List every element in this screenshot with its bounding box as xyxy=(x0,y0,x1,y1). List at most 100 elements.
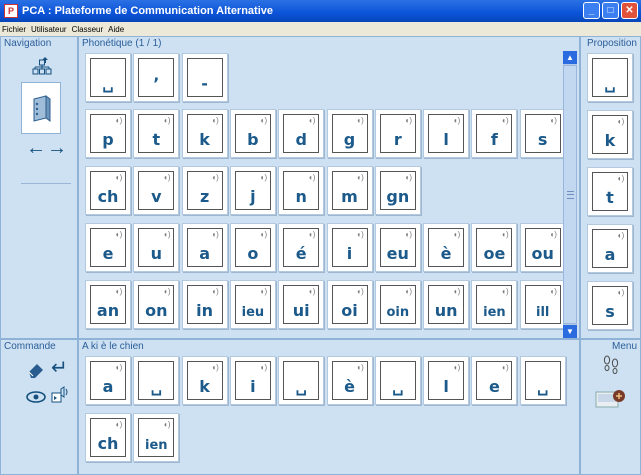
card-frame: i ◖) xyxy=(331,228,368,267)
letter-card[interactable]: oin ◖) xyxy=(374,280,421,329)
letter-card[interactable]: o ◖) xyxy=(229,223,276,272)
letter-card[interactable]: ien ◖) xyxy=(471,280,518,329)
menu-classeur[interactable]: Classeur xyxy=(72,25,104,34)
settings-icon[interactable] xyxy=(595,386,627,410)
letter-card[interactable]: v ◖) xyxy=(133,166,180,215)
letter-card[interactable]: é ◖) xyxy=(278,223,325,272)
letter-card[interactable]: s ◖) xyxy=(587,281,633,330)
letter-card[interactable]: un ◖) xyxy=(423,280,470,329)
letter-card[interactable]: e ◖) xyxy=(471,356,518,405)
sentence-panel: A ki è le chien a ◖) ␣ k ◖) i ◖) ␣ è ◖) ␣ l ◖) e ◖) ␣ ch… xyxy=(78,339,580,475)
letter-card[interactable]: d ◖) xyxy=(278,109,325,158)
letter-card[interactable]: - xyxy=(181,53,228,102)
hierarchy-up-icon[interactable] xyxy=(31,55,53,77)
letter-card[interactable]: ch ◖) xyxy=(85,166,131,215)
letter-card[interactable]: t ◖) xyxy=(133,109,180,158)
card-label: on xyxy=(145,301,168,320)
letter-card[interactable]: eu ◖) xyxy=(374,223,421,272)
letter-card[interactable]: ␣ xyxy=(587,53,633,102)
letter-card[interactable]: a ◖) xyxy=(181,223,228,272)
letter-card[interactable]: ou ◖) xyxy=(519,223,566,272)
letter-card[interactable]: ill ◖) xyxy=(519,280,566,329)
speak-icon[interactable] xyxy=(49,384,71,411)
speaker-icon: ◖) xyxy=(211,363,219,372)
letter-card[interactable]: an ◖) xyxy=(85,280,131,329)
minimize-icon[interactable]: _ xyxy=(583,2,600,19)
letter-card[interactable]: ␣ xyxy=(133,356,180,405)
letter-card[interactable]: s ◖) xyxy=(519,109,566,158)
letter-card[interactable]: r ◖) xyxy=(374,109,421,158)
binder-button[interactable] xyxy=(21,82,61,134)
speaker-icon: ◖) xyxy=(211,173,219,182)
card-label: l xyxy=(443,377,449,396)
letter-card[interactable]: ch ◖) xyxy=(85,413,131,462)
speaker-icon: ◖) xyxy=(356,173,364,182)
letter-card[interactable]: ’ xyxy=(133,53,180,102)
letter-card[interactable]: f ◖) xyxy=(471,109,518,158)
card-label: i xyxy=(346,244,353,263)
letter-card[interactable]: t ◖) xyxy=(587,167,633,216)
letter-card[interactable]: è ◖) xyxy=(326,356,373,405)
scroll-thumb[interactable] xyxy=(563,65,577,324)
maximize-icon[interactable]: □ xyxy=(602,2,619,19)
letter-card[interactable]: ␣ xyxy=(374,356,421,405)
card-label: é xyxy=(295,244,307,263)
speaker-icon: ◖) xyxy=(259,173,268,182)
card-label: i xyxy=(250,377,256,396)
footprints-icon[interactable] xyxy=(601,354,621,376)
letter-card[interactable]: m ◖) xyxy=(326,166,373,215)
speaker-icon: ◖) xyxy=(404,116,413,125)
eye-icon[interactable] xyxy=(25,390,47,409)
card-label: d xyxy=(295,130,307,149)
letter-card[interactable]: i ◖) xyxy=(229,356,276,405)
letter-card[interactable]: b ◖) xyxy=(229,109,276,158)
letter-card[interactable]: a ◖) xyxy=(85,356,131,405)
letter-card[interactable]: ui ◖) xyxy=(278,280,325,329)
letter-card[interactable]: ␣ xyxy=(85,53,131,102)
letter-card[interactable]: j ◖) xyxy=(229,166,276,215)
scroll-up-icon[interactable]: ▲ xyxy=(563,51,577,64)
menu-aide[interactable]: Aide xyxy=(108,25,124,34)
card-label: ou xyxy=(531,244,554,263)
arrow-left-icon[interactable]: ← xyxy=(26,138,46,158)
letter-card[interactable]: i ◖) xyxy=(326,223,373,272)
letter-card[interactable]: ␣ xyxy=(519,356,566,405)
letter-card[interactable]: ieu ◖) xyxy=(229,280,276,329)
letter-card[interactable]: on ◖) xyxy=(133,280,180,329)
letter-card[interactable]: e ◖) xyxy=(85,223,131,272)
letter-card[interactable]: è ◖) xyxy=(423,223,470,272)
letter-card[interactable]: in ◖) xyxy=(181,280,228,329)
letter-card[interactable]: n ◖) xyxy=(278,166,325,215)
eraser-icon[interactable] xyxy=(27,360,47,383)
letter-card[interactable]: p ◖) xyxy=(85,109,131,158)
close-icon[interactable]: ✕ xyxy=(621,2,638,19)
letter-card[interactable]: k ◖) xyxy=(181,109,228,158)
letter-card[interactable]: g ◖) xyxy=(326,109,373,158)
letter-card[interactable]: u ◖) xyxy=(133,223,180,272)
letter-card[interactable]: z ◖) xyxy=(181,166,228,215)
letter-card[interactable]: oe ◖) xyxy=(471,223,518,272)
letter-card[interactable]: l ◖) xyxy=(423,109,470,158)
letter-card[interactable]: ␣ xyxy=(278,356,325,405)
vertical-scrollbar[interactable]: ▲ ▼ xyxy=(563,51,577,338)
proposition-title: Proposition xyxy=(586,38,637,49)
letter-card[interactable]: k ◖) xyxy=(181,356,228,405)
title-bar[interactable]: P PCA : Plateforme de Communication Alte… xyxy=(0,0,641,22)
letter-card[interactable]: gn ◖) xyxy=(374,166,421,215)
menu-fichier[interactable]: Fichier xyxy=(2,25,26,34)
letter-card[interactable]: ien ◖) xyxy=(133,413,180,462)
card-frame: ill ◖) xyxy=(524,285,561,324)
commande-title: Commande xyxy=(4,341,56,352)
letter-card[interactable]: a ◖) xyxy=(587,224,633,273)
card-label: gn xyxy=(386,187,410,206)
letter-card[interactable]: oi ◖) xyxy=(326,280,373,329)
arrow-right-icon[interactable]: → xyxy=(47,138,67,158)
menu-utilisateur[interactable]: Utilisateur xyxy=(31,25,67,34)
card-frame: p ◖) xyxy=(90,114,126,153)
return-icon[interactable]: ↵ xyxy=(51,358,68,378)
speaker-icon: ◖) xyxy=(616,231,625,240)
scroll-down-icon[interactable]: ▼ xyxy=(563,325,577,338)
letter-card[interactable]: k ◖) xyxy=(587,110,633,159)
card-frame: o ◖) xyxy=(234,228,271,267)
letter-card[interactable]: l ◖) xyxy=(423,356,470,405)
